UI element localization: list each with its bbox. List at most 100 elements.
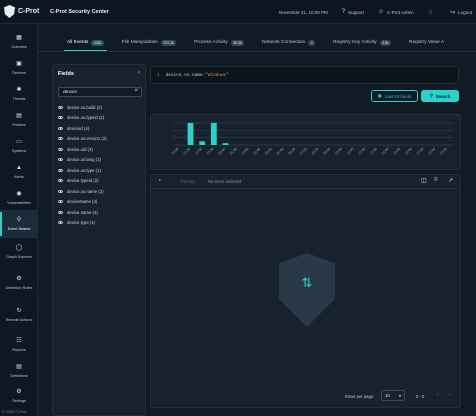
no-selection-label: No items selected bbox=[208, 179, 242, 184]
tab-count-badge: 372.1k bbox=[160, 39, 177, 46]
histogram-bar[interactable] bbox=[222, 143, 229, 145]
columns-icon[interactable]: ◫ bbox=[421, 177, 427, 184]
search-button[interactable]: ⚲ Search bbox=[421, 90, 459, 102]
eye-icon[interactable] bbox=[58, 221, 63, 225]
sidebar-item-vulnerabilities[interactable]: ◉ Vulnerabilities bbox=[0, 184, 38, 212]
query-value: "Windows" bbox=[205, 72, 229, 78]
eye-icon[interactable] bbox=[58, 137, 63, 141]
sidebar-item-policies[interactable]: ▤ Policies bbox=[0, 106, 38, 134]
field-item[interactable]: device.uid (4) bbox=[58, 144, 144, 155]
sidebar-item-detection-rules[interactable]: ⚙ Detection Rules bbox=[0, 269, 38, 297]
eye-icon[interactable] bbox=[58, 200, 63, 204]
top-right-area: November 21, 10:09 PM ? Support ☺ C-Prot A… bbox=[265, 0, 472, 24]
sidebar-item-reports[interactable]: ☷ Reports bbox=[0, 331, 38, 359]
histogram-tick-label: 21:00 bbox=[182, 147, 191, 156]
eye-icon[interactable] bbox=[58, 210, 63, 214]
book-icon: ▤ bbox=[16, 363, 22, 370]
histogram-chart: 20:00 21:00 22:00 23:00 00:00 01:00 02:00 03:00… bbox=[171, 122, 453, 156]
tab-network-connection[interactable]: Network Connection 4 bbox=[253, 34, 324, 51]
sidebar-item-overview[interactable]: ▦ Overview bbox=[0, 28, 38, 56]
eye-icon[interactable] bbox=[58, 168, 63, 172]
eye-icon[interactable] bbox=[58, 158, 63, 162]
histogram-tick-label: 19:00 bbox=[439, 147, 448, 156]
sidebar: ▦ Overview ▣ Devices ✱ Threats ▤ Policies ▭ S… bbox=[0, 24, 38, 416]
filter-icon[interactable]: ≡ bbox=[434, 177, 438, 183]
histogram-tick-label: 17:00 bbox=[416, 147, 425, 156]
collapse-panel-icon[interactable]: ‹ bbox=[138, 70, 140, 76]
chevron-down-icon: ▾ bbox=[398, 393, 401, 398]
notifications-button[interactable]: ♢ bbox=[428, 9, 436, 16]
tab-process-activity[interactable]: Process Activity 26.3k bbox=[185, 34, 253, 51]
sidebar-item-definitions[interactable]: ▤ Definitions bbox=[0, 357, 38, 385]
field-item[interactable]: device.os.name (2) bbox=[58, 186, 144, 197]
histogram-tick-label: 09:00 bbox=[322, 147, 331, 156]
time-range-button[interactable]: ▣ Last 24 hours bbox=[371, 90, 418, 102]
logout-button[interactable]: ↪ Logout bbox=[450, 9, 472, 16]
field-item[interactable]: device.os.type (1) bbox=[58, 165, 144, 176]
histogram-bar[interactable] bbox=[210, 123, 217, 145]
fields-search-box: × bbox=[58, 87, 142, 97]
eye-icon[interactable] bbox=[58, 189, 63, 193]
pin-icon[interactable]: • bbox=[159, 178, 161, 184]
sidebar-item-systems[interactable]: ▭ Systems bbox=[0, 132, 38, 160]
fields-list: device.os.build (2) device.os.typeid (2)… bbox=[58, 102, 144, 228]
clear-search-icon[interactable]: × bbox=[134, 88, 138, 94]
devices-icon: ▣ bbox=[16, 60, 22, 67]
tab-count-badge: 4 bbox=[308, 39, 316, 46]
field-item[interactable]: device.os.build (2) bbox=[58, 102, 144, 113]
search-icon: ⚲ bbox=[16, 216, 22, 223]
eye-icon[interactable] bbox=[58, 126, 63, 130]
bug-icon: ✱ bbox=[16, 86, 22, 93]
remote-icon: ↻ bbox=[16, 307, 22, 314]
sidebar-item-devices[interactable]: ▣ Devices bbox=[0, 54, 38, 82]
field-item[interactable]: device.name (4) bbox=[58, 207, 144, 218]
events-panel: • Primary No items selected ◫ ≡ ↗ ⇅ Rows… bbox=[150, 174, 461, 408]
empty-state-illustration: ⇅ bbox=[279, 253, 335, 327]
prev-page-button[interactable]: ‹ bbox=[437, 392, 439, 398]
tab-registry-key-activity[interactable]: Registry Key Activity 3.8k bbox=[324, 34, 400, 51]
tab-file-manipulation[interactable]: File Manipulation 372.1k bbox=[113, 34, 185, 51]
histogram-tick-label: 11:00 bbox=[346, 147, 355, 156]
expand-icon[interactable]: ↗ bbox=[448, 177, 453, 184]
sidebar-item-remote-actions[interactable]: ↻ Remote Actions bbox=[0, 301, 38, 329]
query-editor[interactable]: 1 device.os.name: "Windows" bbox=[150, 66, 459, 84]
gear-icon: ⚙ bbox=[16, 388, 22, 395]
tab-registry-value-activity[interactable]: Registry Value A bbox=[400, 34, 453, 51]
eye-icon[interactable] bbox=[58, 116, 63, 120]
histogram-bar[interactable] bbox=[187, 123, 194, 145]
eye-icon[interactable] bbox=[58, 147, 63, 151]
user-menu[interactable]: ☺ C-Prot Admin bbox=[378, 9, 414, 15]
field-item[interactable]: device.os.lang (1) bbox=[58, 155, 144, 166]
sidebar-item-event-search[interactable]: ⚲ Event Search bbox=[0, 210, 38, 238]
histogram-tick-label: 00:00 bbox=[217, 147, 226, 156]
histogram-bar[interactable] bbox=[199, 141, 206, 145]
fields-panel: Fields ‹ × device.os.build (2) device.os… bbox=[52, 64, 146, 416]
field-item[interactable]: deviceName (4) bbox=[58, 197, 144, 208]
histogram-tick-label: 14:00 bbox=[381, 147, 390, 156]
tab-all-events[interactable]: All Events 432k bbox=[58, 34, 113, 51]
field-item[interactable]: deviceid (4) bbox=[58, 123, 144, 134]
sidebar-item-graph-explorer[interactable]: ◯ Graph Explorer bbox=[0, 238, 38, 266]
histogram-tick-label: 04:00 bbox=[264, 147, 273, 156]
rows-per-page-select[interactable]: 10 ▾ bbox=[381, 390, 405, 401]
fields-search-input[interactable] bbox=[63, 89, 127, 96]
sync-icon: ⇅ bbox=[301, 275, 313, 290]
eye-icon[interactable] bbox=[58, 105, 63, 109]
field-item[interactable]: device.os.typeid (2) bbox=[58, 113, 144, 124]
field-item[interactable]: device.os.version (2) bbox=[58, 134, 144, 145]
sidebar-item-alerts[interactable]: ▲ Alerts bbox=[0, 158, 38, 186]
support-link[interactable]: ? Support bbox=[342, 9, 364, 15]
brand-logo[interactable]: C-Prot bbox=[4, 5, 44, 18]
help-icon: ? bbox=[341, 9, 346, 15]
events-histogram: 20:00 21:00 22:00 23:00 00:00 01:00 02:00 03:00… bbox=[150, 114, 461, 170]
shield-icon: ◉ bbox=[16, 190, 22, 197]
field-item[interactable]: device.typeid (2) bbox=[58, 176, 144, 187]
bell-icon: ▲ bbox=[16, 164, 22, 171]
policy-icon: ▤ bbox=[16, 112, 22, 119]
eye-icon[interactable] bbox=[58, 179, 63, 183]
field-item[interactable]: device.type (1) bbox=[58, 218, 144, 229]
reports-icon: ☷ bbox=[16, 337, 22, 344]
sidebar-item-settings[interactable]: ⚙ Settings bbox=[0, 382, 38, 410]
sidebar-item-threats[interactable]: ✱ Threats bbox=[0, 80, 38, 108]
next-page-button[interactable]: › bbox=[449, 392, 451, 398]
